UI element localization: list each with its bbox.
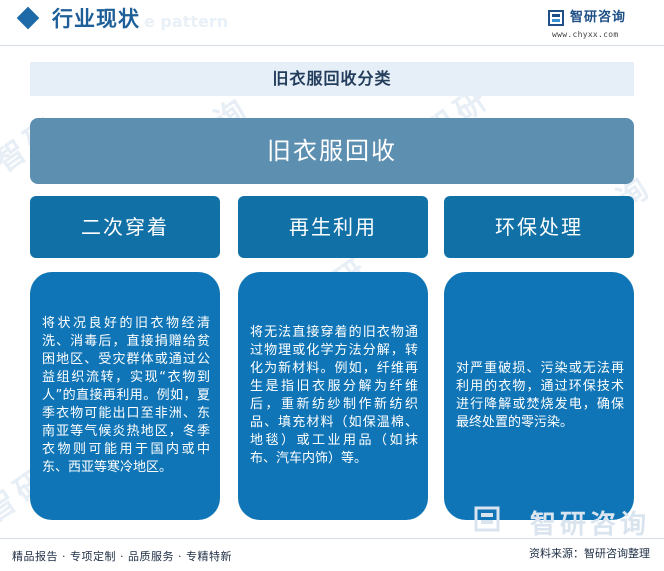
section-title: 旧衣服回收分类 <box>30 62 634 96</box>
header-divider <box>0 45 664 46</box>
description-box-disposal: 对严重破损、污染或无法再利用的衣物，通过环保技术进行降解或焚烧发电，确保最终处置… <box>444 272 634 520</box>
page-title: 行业现状 <box>52 7 140 31</box>
diamond-icon <box>16 6 40 30</box>
watermark-logo-icon <box>474 506 500 532</box>
brand-logo-icon <box>548 10 564 26</box>
description-box-recycle: 将无法直接穿着的旧衣物通过物理或化学方法分解，转化为新材料。例如，纤维再生是指旧… <box>238 272 428 520</box>
description-text: 将状况良好的旧衣物经清洗、消毒后，直接捐赠给贫困地区、受灾群体或通过公益组织流转… <box>42 316 210 475</box>
brand-name: 智研咨询 <box>570 10 627 25</box>
brand-url: www.chyxx.com <box>552 30 619 39</box>
footer-tagline: 精品报告 · 专项定制 · 品质服务 · 专精特新 <box>12 550 232 563</box>
root-node: 旧衣服回收 <box>30 118 634 184</box>
footer-watermark: 智研咨询 <box>529 510 650 540</box>
description-text: 对严重破损、污染或无法再利用的衣物，通过环保技术进行降解或焚烧发电，确保最终处置… <box>456 361 624 430</box>
category-node-reuse: 二次穿着 <box>30 196 220 258</box>
page-header: 行业现状 e pattern 智研咨询 www.chyxx.com <box>0 0 664 46</box>
footer-divider <box>0 538 664 539</box>
category-node-disposal: 环保处理 <box>444 196 634 258</box>
footer-source: 资料来源：智研咨询整理 <box>529 547 650 560</box>
category-node-recycle: 再生利用 <box>238 196 428 258</box>
brand-block: 智研咨询 www.chyxx.com <box>548 8 644 42</box>
header-ghost-text: e pattern <box>144 12 229 31</box>
description-box-reuse: 将状况良好的旧衣物经清洗、消毒后，直接捐赠给贫困地区、受灾群体或通过公益组织流转… <box>30 272 220 520</box>
description-text: 将无法直接穿着的旧衣物通过物理或化学方法分解，转化为新材料。例如，纤维再生是指旧… <box>250 325 418 466</box>
